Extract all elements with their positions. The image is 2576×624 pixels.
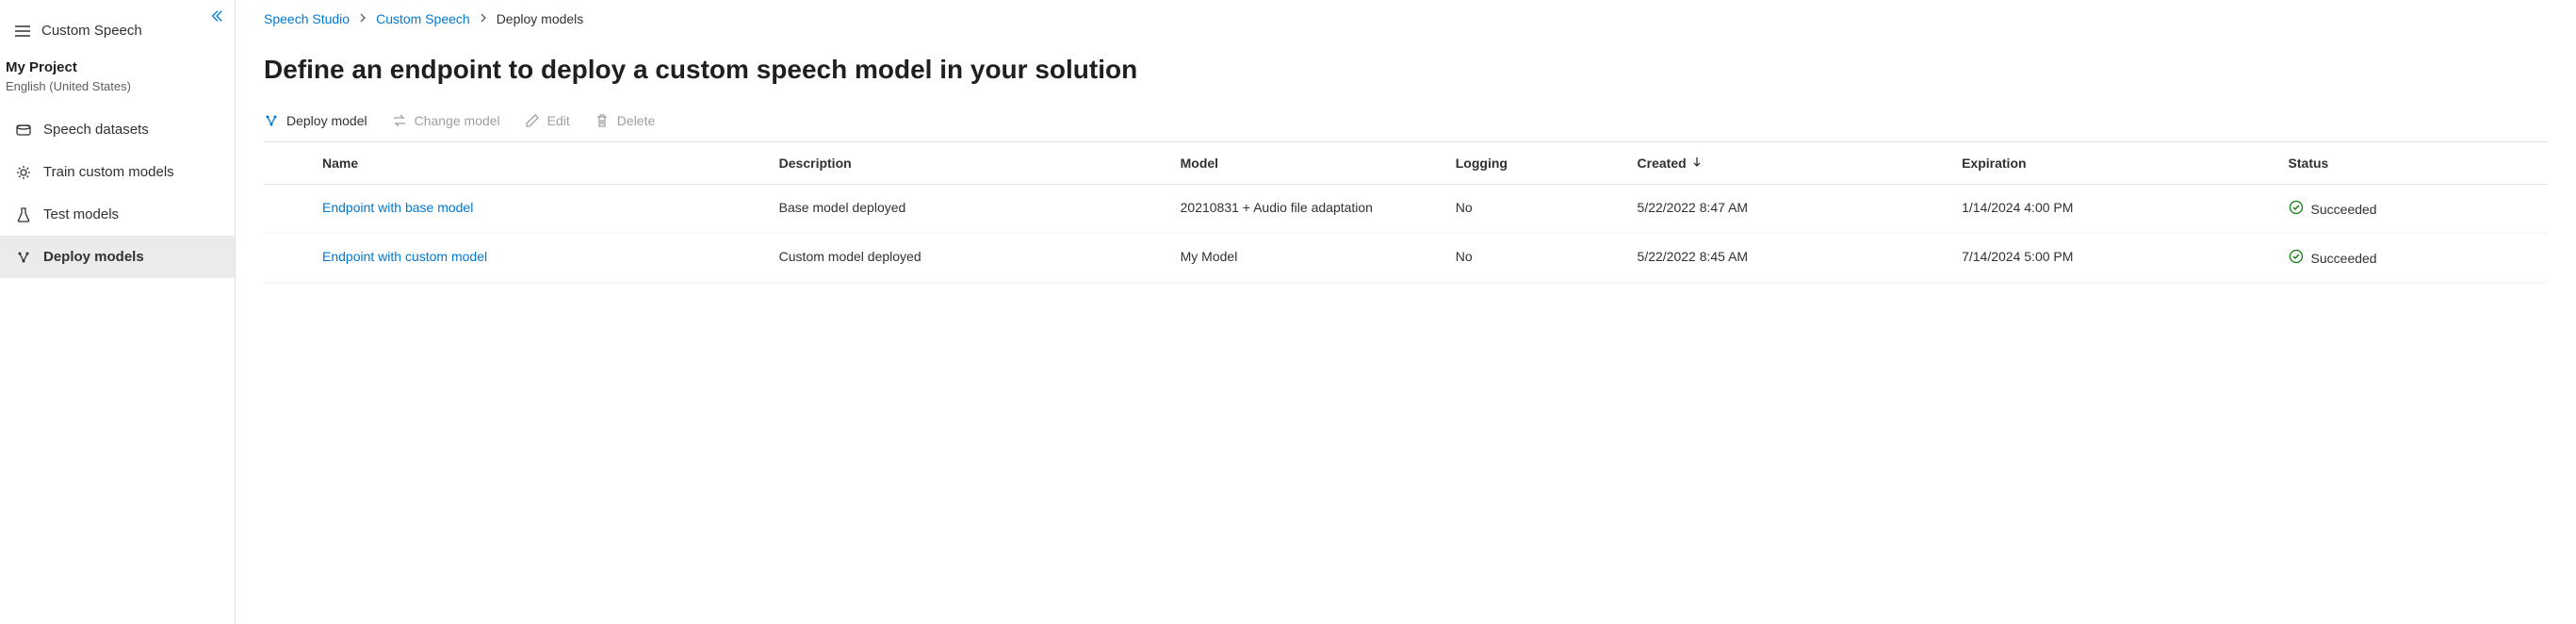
endpoint-description: Base model deployed	[768, 185, 1169, 234]
deploy-icon	[15, 250, 32, 265]
delete-icon	[595, 113, 610, 128]
table-header-row: Name Description Model Logging Created E…	[264, 142, 2548, 185]
endpoint-logging: No	[1444, 234, 1626, 283]
toolbar-button-label: Edit	[547, 113, 570, 128]
breadcrumb-current: Deploy models	[497, 11, 584, 26]
test-icon	[15, 207, 32, 222]
collapse-sidebar-button[interactable]	[210, 9, 223, 25]
sidebar-title-label: Custom Speech	[41, 23, 142, 39]
page-title: Define an endpoint to deploy a custom sp…	[264, 55, 2548, 85]
endpoint-status: Succeeded	[2311, 251, 2377, 266]
sidebar-item-label: Deploy models	[43, 249, 144, 265]
project-name: My Project	[4, 59, 231, 75]
endpoint-status: Succeeded	[2311, 202, 2377, 217]
sidebar-item-test-models[interactable]: Test models	[0, 193, 235, 236]
table-row[interactable]: Endpoint with base model Base model depl…	[264, 185, 2548, 234]
sidebar-item-deploy-models[interactable]: Deploy models	[0, 236, 235, 278]
list-icon	[15, 24, 30, 39]
chevron-right-icon	[359, 13, 367, 25]
column-created-label: Created	[1638, 156, 1687, 171]
success-icon	[2289, 249, 2304, 267]
toolbar-button-label: Delete	[617, 113, 655, 128]
train-icon	[15, 165, 32, 180]
delete-button: Delete	[595, 113, 655, 128]
sidebar-title[interactable]: Custom Speech	[0, 9, 235, 52]
edit-icon	[525, 113, 540, 128]
edit-button: Edit	[525, 113, 570, 128]
row-select[interactable]	[264, 185, 311, 234]
column-description[interactable]: Description	[768, 142, 1169, 185]
sidebar-item-label: Test models	[43, 206, 119, 222]
chevron-right-icon	[480, 13, 487, 25]
toolbar-button-label: Deploy model	[286, 113, 367, 128]
breadcrumb-link-custom-speech[interactable]: Custom Speech	[376, 11, 470, 26]
column-logging[interactable]: Logging	[1444, 142, 1626, 185]
column-name[interactable]: Name	[311, 142, 768, 185]
endpoint-description: Custom model deployed	[768, 234, 1169, 283]
swap-icon	[392, 113, 407, 128]
endpoint-created: 5/22/2022 8:45 AM	[1626, 234, 1951, 283]
breadcrumb: Speech Studio Custom Speech Deploy model…	[264, 11, 2548, 26]
project-locale: English (United States)	[4, 79, 231, 93]
endpoint-model: My Model	[1169, 234, 1444, 283]
breadcrumb-link-speech-studio[interactable]: Speech Studio	[264, 11, 350, 26]
main-content: Speech Studio Custom Speech Deploy model…	[236, 0, 2576, 624]
select-all-column[interactable]	[264, 142, 311, 185]
endpoint-model: 20210831 + Audio file adaptation	[1169, 185, 1444, 234]
deploy-icon	[264, 113, 279, 128]
column-model[interactable]: Model	[1169, 142, 1444, 185]
endpoint-created: 5/22/2022 8:47 AM	[1626, 185, 1951, 234]
column-expiration[interactable]: Expiration	[1950, 142, 2276, 185]
endpoint-logging: No	[1444, 185, 1626, 234]
column-created[interactable]: Created	[1626, 142, 1951, 185]
endpoint-name-link[interactable]: Endpoint with custom model	[322, 249, 487, 264]
endpoint-name-link[interactable]: Endpoint with base model	[322, 200, 473, 215]
endpoints-table: Name Description Model Logging Created E…	[264, 141, 2548, 283]
sidebar: Custom Speech My Project English (United…	[0, 0, 236, 624]
sidebar-item-label: Speech datasets	[43, 122, 149, 138]
endpoint-expiration: 7/14/2024 5:00 PM	[1950, 234, 2276, 283]
endpoint-expiration: 1/14/2024 4:00 PM	[1950, 185, 2276, 234]
column-status[interactable]: Status	[2277, 142, 2548, 185]
change-model-button: Change model	[392, 113, 500, 128]
row-select[interactable]	[264, 234, 311, 283]
project-info: My Project English (United States)	[0, 52, 235, 108]
table-row[interactable]: Endpoint with custom model Custom model …	[264, 234, 2548, 283]
dataset-icon	[15, 123, 32, 138]
toolbar: Deploy model Change model Edit Delete	[264, 113, 2548, 141]
sidebar-item-speech-datasets[interactable]: Speech datasets	[0, 108, 235, 151]
arrow-down-icon	[1692, 156, 1702, 171]
toolbar-button-label: Change model	[415, 113, 500, 128]
sidebar-item-label: Train custom models	[43, 164, 174, 180]
sidebar-item-train-models[interactable]: Train custom models	[0, 151, 235, 193]
deploy-model-button[interactable]: Deploy model	[264, 113, 367, 128]
success-icon	[2289, 200, 2304, 218]
